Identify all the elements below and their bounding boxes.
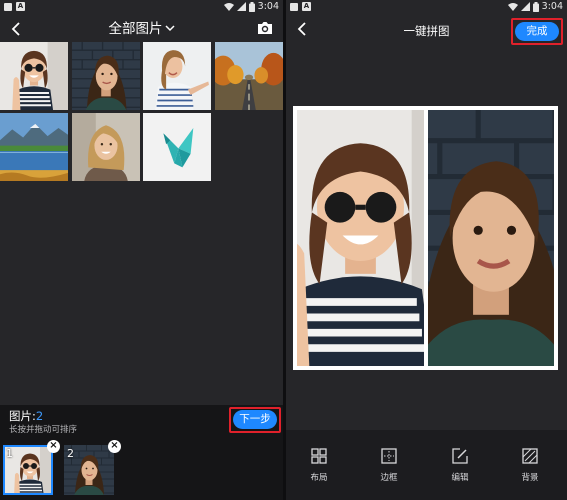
selected-count-value: 2 <box>35 409 44 423</box>
photo-thumbnail[interactable] <box>143 42 211 110</box>
remove-icon[interactable]: × <box>108 440 121 453</box>
photo-thumbnail[interactable] <box>0 42 68 110</box>
selected-count-label: 图片: <box>9 409 36 423</box>
photo-thumbnail[interactable] <box>72 113 140 181</box>
tool-label: 编辑 <box>451 473 469 483</box>
system-icons: 3:04 <box>223 1 279 12</box>
selected-photo[interactable]: 1 × <box>3 440 60 495</box>
battery-icon <box>532 1 539 12</box>
album-selector[interactable]: 全部图片 <box>0 20 283 38</box>
camera-icon[interactable] <box>257 21 273 35</box>
collage-cell[interactable] <box>297 110 424 366</box>
battery-icon <box>248 1 255 12</box>
tool-border[interactable]: 边框 <box>359 448 419 483</box>
selected-count: 图片:2 <box>9 408 43 424</box>
photo-thumbnail[interactable] <box>72 42 140 110</box>
remove-icon[interactable]: × <box>47 440 60 453</box>
tool-layout[interactable]: 布局 <box>289 448 349 483</box>
background-icon <box>522 448 538 464</box>
photo-thumbnail[interactable] <box>0 113 68 181</box>
collage-canvas <box>293 106 558 370</box>
system-icons: 3:04 <box>507 1 563 12</box>
wifi-icon <box>223 3 234 11</box>
edit-toolbar: 布局 边框 编辑 背景 <box>286 430 567 500</box>
collage-cell[interactable] <box>428 110 554 366</box>
tool-label: 背景 <box>521 473 539 483</box>
gallery-screen: A 3:04 全部图片 图片:2 长按并拖动可排序 下一步 1 × 2 × <box>0 0 283 500</box>
layout-icon <box>311 448 327 464</box>
status-time: 3:04 <box>541 1 563 12</box>
selected-photo-index: 1 <box>6 447 13 460</box>
done-button[interactable]: 完成 <box>515 22 559 41</box>
reorder-hint: 长按并拖动可排序 <box>9 425 78 435</box>
selected-photo[interactable]: 2 × <box>64 440 121 495</box>
album-title: 全部图片 <box>108 21 163 37</box>
edit-icon <box>452 448 468 464</box>
signal-icon <box>520 2 530 11</box>
signal-icon <box>236 2 246 11</box>
status-bar: A 3:04 <box>0 0 283 14</box>
tool-label: 布局 <box>310 473 328 483</box>
gallery-navbar: 全部图片 <box>0 14 283 44</box>
tool-background[interactable]: 背景 <box>500 448 560 483</box>
next-step-button[interactable]: 下一步 <box>233 410 277 429</box>
selected-photo-index: 2 <box>67 447 74 460</box>
app-notification-icon: A <box>16 2 25 11</box>
chevron-down-icon <box>164 25 175 32</box>
status-time: 3:04 <box>257 1 279 12</box>
status-bar: A 3:04 <box>286 0 567 14</box>
collage-screen: A 3:04 一键拼图 完成 布局 边框 编辑 背景 <box>286 0 567 500</box>
tool-label: 边框 <box>380 473 398 483</box>
notification-square-icon <box>4 3 12 11</box>
wifi-icon <box>507 3 518 11</box>
notification-square-icon <box>290 3 298 11</box>
border-icon <box>381 448 397 464</box>
tool-edit[interactable]: 编辑 <box>430 448 490 483</box>
photo-thumbnail[interactable] <box>215 42 283 110</box>
app-notification-icon: A <box>302 2 311 11</box>
photo-thumbnail[interactable] <box>143 113 211 181</box>
selection-tray: 图片:2 长按并拖动可排序 下一步 1 × 2 × <box>0 405 283 500</box>
